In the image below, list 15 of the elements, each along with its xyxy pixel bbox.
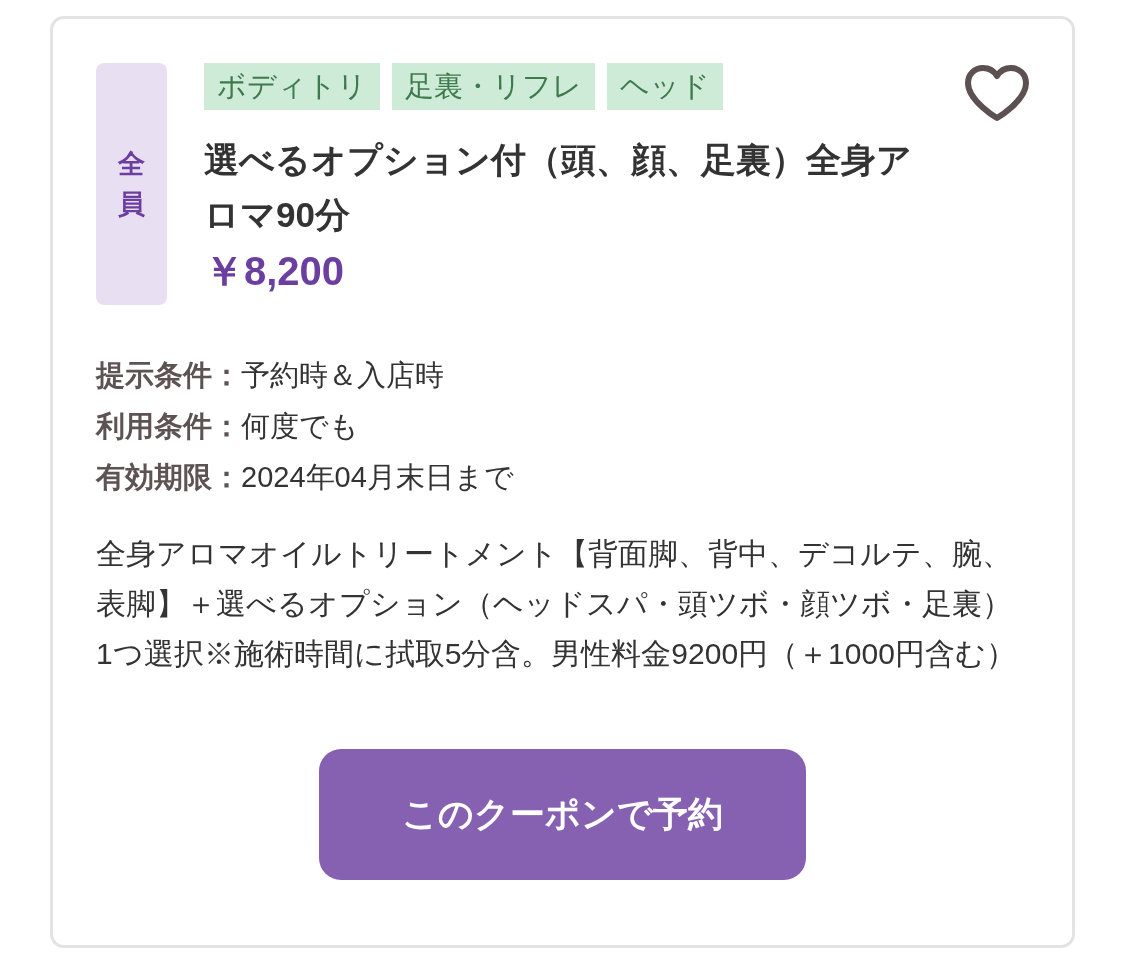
condition-value: 何度でも — [241, 409, 359, 444]
condition-label: 有効期限： — [96, 460, 241, 495]
reserve-button[interactable]: このクーポンで予約 — [319, 749, 806, 880]
coupon-description: 全身アロマオイルトリートメント【背面脚、背中、デコルテ、腕、表脚】＋選べるオプション（ヘッドスパ・頭ツボ・顔ツボ・足裏）1つ選択※施術時間に拭取5分含。男性料金9200円（＋1000円含む） — [96, 536, 1017, 672]
audience-badge: 全員 — [96, 63, 167, 305]
condition-label: 提示条件： — [96, 358, 241, 393]
condition-value: 予約時＆入店時 — [241, 358, 444, 393]
category-tag: ボディトリ — [204, 63, 380, 110]
condition-value: 2024年04月末日まで — [241, 460, 514, 495]
price: ￥8,200 — [204, 248, 346, 295]
category-tag: ヘッド — [607, 63, 723, 110]
condition-label: 利用条件： — [96, 409, 241, 444]
category-tag: 足裏・リフレ — [392, 63, 595, 110]
coupon-title: 選べるオプション付（頭、顔、足裏）全身アロマ90分 — [204, 139, 913, 236]
favorite-heart-icon[interactable] — [965, 65, 1029, 122]
